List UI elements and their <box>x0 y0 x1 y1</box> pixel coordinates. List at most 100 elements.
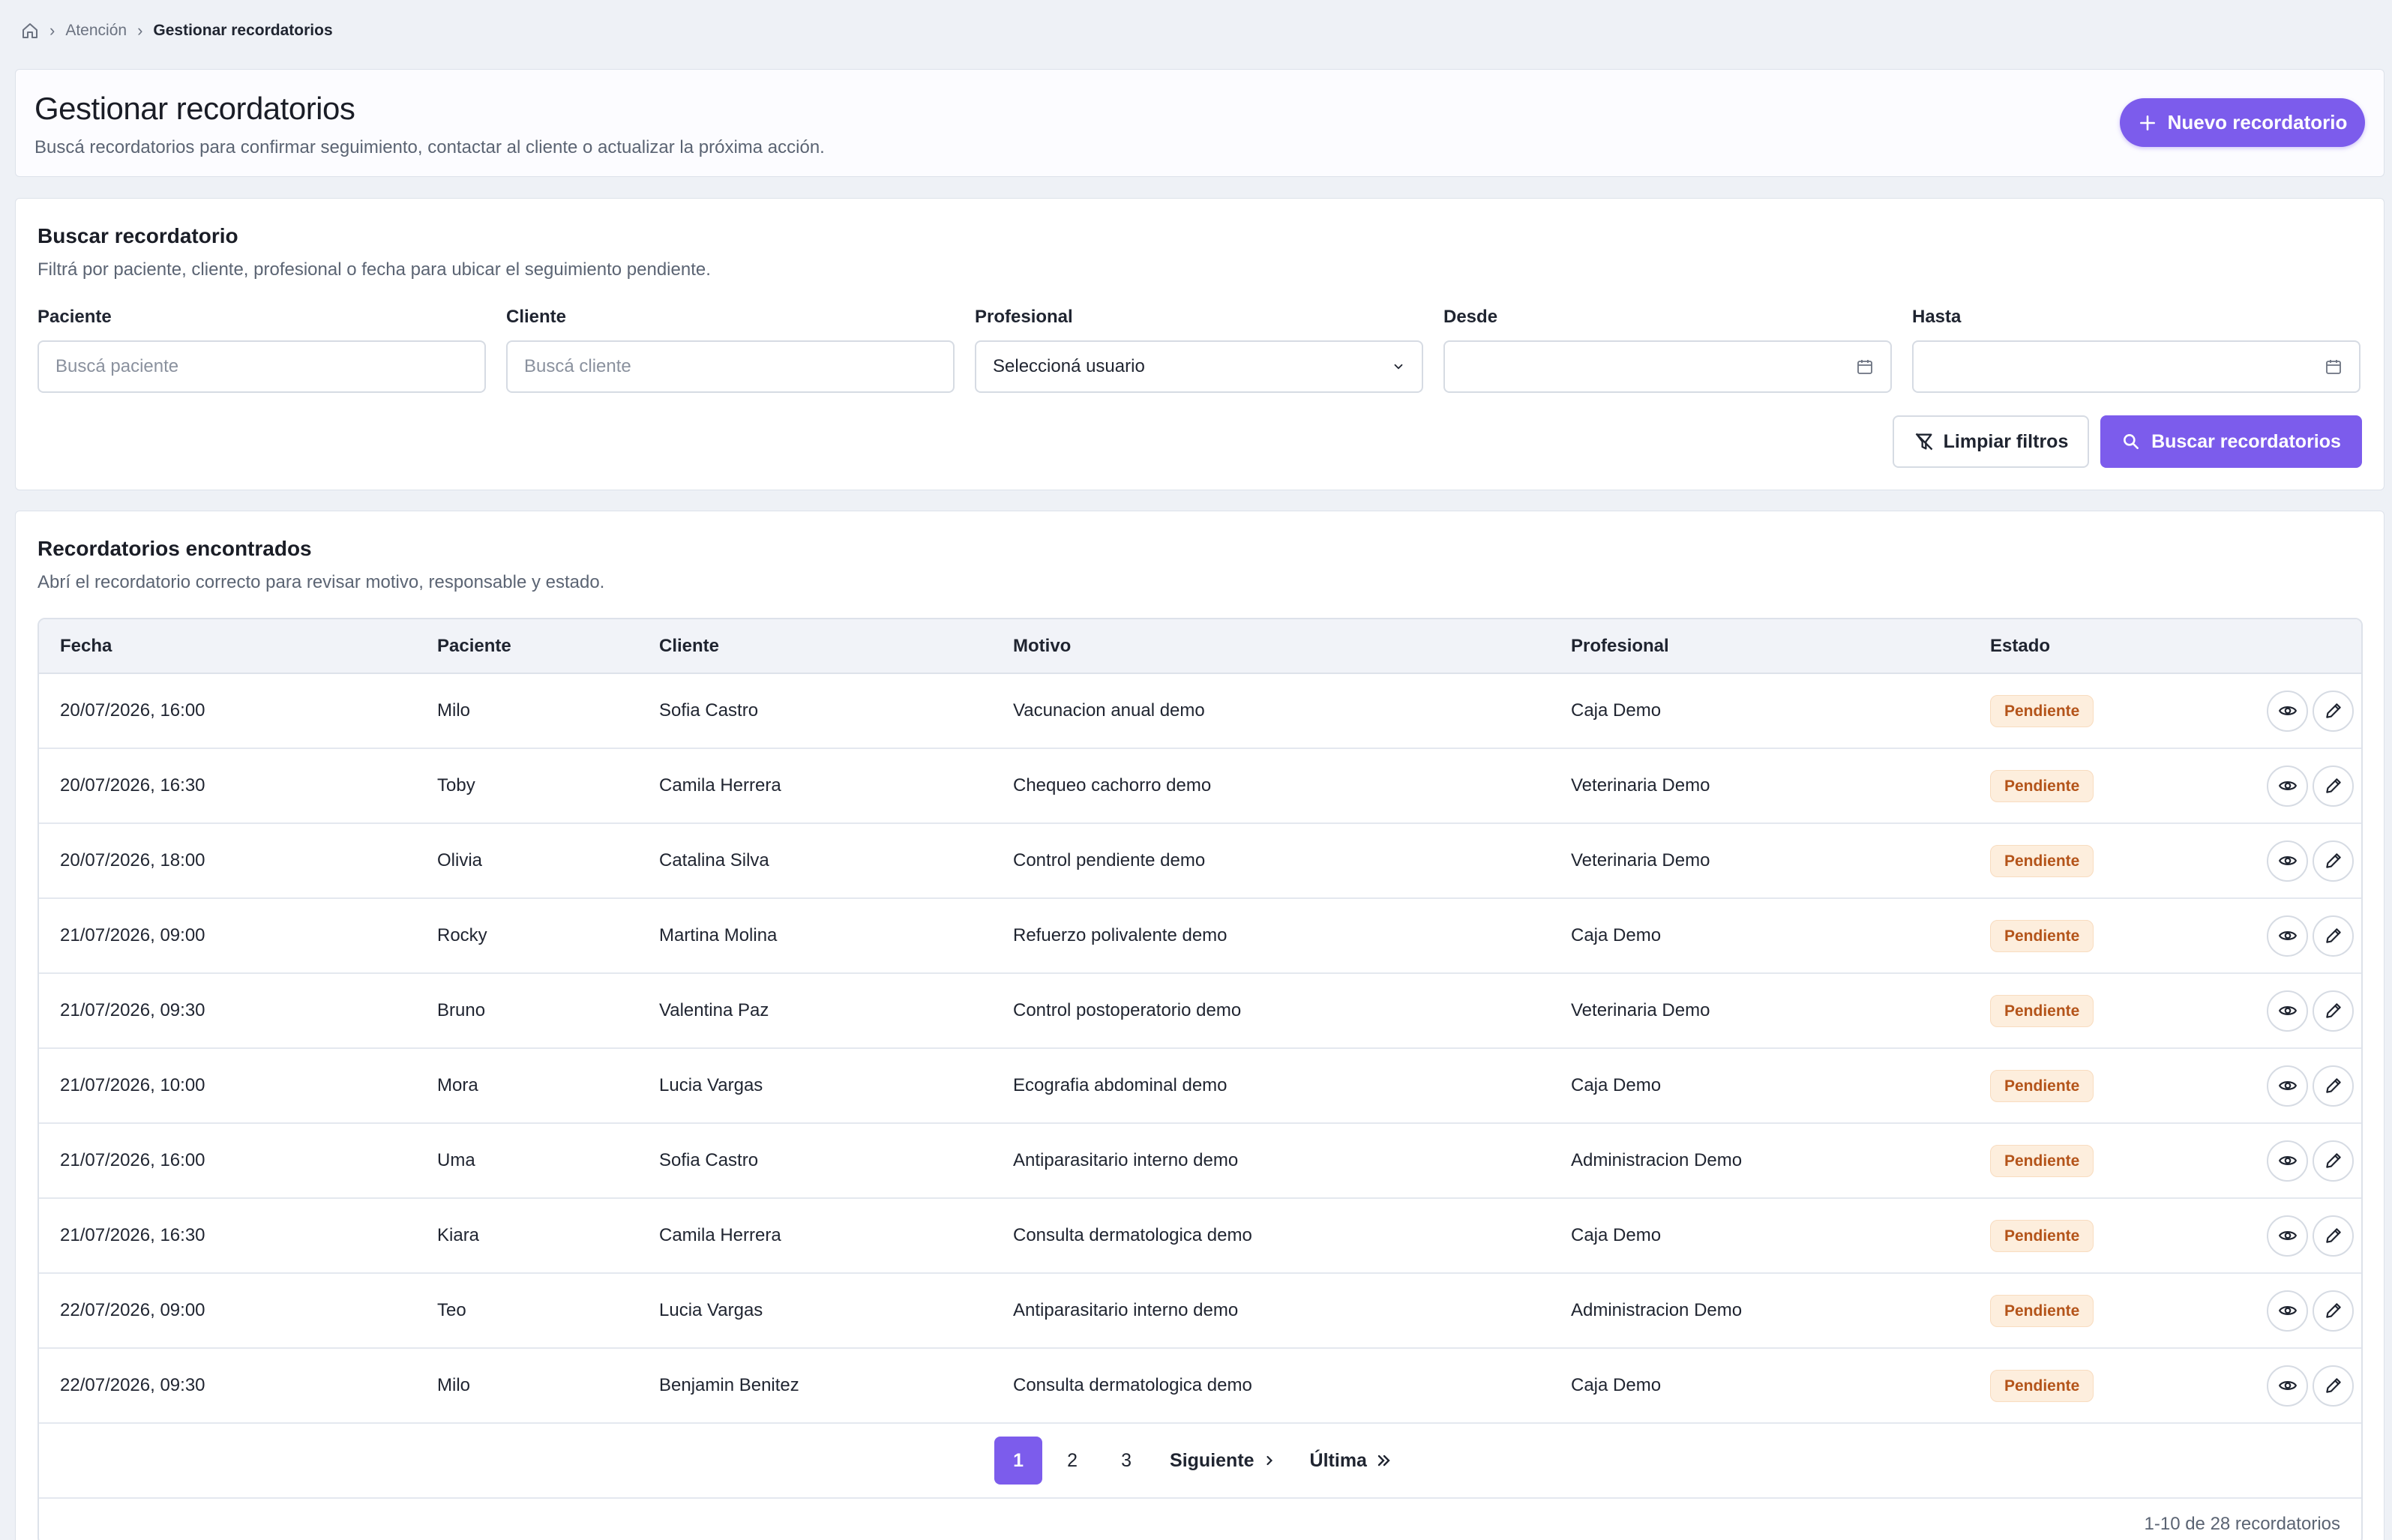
page-3-button[interactable]: 3 <box>1102 1437 1150 1485</box>
row-actions <box>2267 915 2354 957</box>
last-page-button[interactable]: Última <box>1296 1437 1406 1485</box>
cell-fecha: 22/07/2026, 09:30 <box>60 1375 205 1395</box>
pagination: 1 2 3 Siguiente Última <box>39 1424 2361 1499</box>
status-badge: Pendiente <box>1990 770 2094 802</box>
page-1-button[interactable]: 1 <box>994 1437 1043 1485</box>
column-header-profesional[interactable]: Profesional <box>1571 636 1669 657</box>
table-body: 20/07/2026, 16:00 Milo Sofia Castro Vacu… <box>39 674 2361 1424</box>
cell-paciente: Bruno <box>437 1000 486 1020</box>
edit-button[interactable] <box>2313 1365 2354 1407</box>
pencil-icon <box>2325 778 2341 793</box>
view-button[interactable] <box>2267 1290 2308 1332</box>
edit-button[interactable] <box>2313 1140 2354 1182</box>
home-icon[interactable] <box>21 22 39 40</box>
profesional-field: Profesional Seleccioná usuario <box>975 307 1423 393</box>
edit-button[interactable] <box>2313 690 2354 732</box>
table-row[interactable]: 20/07/2026, 16:30 Toby Camila Herrera Ch… <box>39 749 2361 824</box>
search-reminders-button[interactable]: Buscar recordatorios <box>2100 415 2362 468</box>
hasta-label: Hasta <box>1912 307 1962 327</box>
cell-fecha: 21/07/2026, 16:00 <box>60 1150 205 1170</box>
edit-button[interactable] <box>2313 1065 2354 1107</box>
edit-button[interactable] <box>2313 840 2354 882</box>
row-actions <box>2267 1065 2354 1107</box>
edit-button[interactable] <box>2313 1215 2354 1257</box>
cell-profesional: Caja Demo <box>1571 700 1662 721</box>
cell-profesional: Administracion Demo <box>1571 1300 1743 1320</box>
desde-date-input[interactable] <box>1443 340 1892 393</box>
cell-paciente: Kiara <box>437 1225 480 1245</box>
pencil-icon <box>2325 1153 2341 1168</box>
view-button[interactable] <box>2267 990 2308 1032</box>
new-reminder-button[interactable]: Nuevo recordatorio <box>2120 98 2365 147</box>
page-2-button[interactable]: 2 <box>1048 1437 1096 1485</box>
cell-profesional: Caja Demo <box>1571 1225 1662 1245</box>
row-actions <box>2267 990 2354 1032</box>
cliente-label: Cliente <box>506 307 567 327</box>
cell-fecha: 21/07/2026, 16:30 <box>60 1225 205 1245</box>
table-row[interactable]: 21/07/2026, 09:30 Bruno Valentina Paz Co… <box>39 974 2361 1049</box>
table-row[interactable]: 22/07/2026, 09:00 Teo Lucia Vargas Antip… <box>39 1274 2361 1349</box>
table-row[interactable]: 20/07/2026, 16:00 Milo Sofia Castro Vacu… <box>39 674 2361 749</box>
row-actions <box>2267 1215 2354 1257</box>
table-header: Fecha Paciente Cliente Motivo Profesiona… <box>39 619 2361 674</box>
cell-fecha: 21/07/2026, 09:00 <box>60 925 205 945</box>
cell-fecha: 20/07/2026, 16:30 <box>60 775 205 795</box>
view-button[interactable] <box>2267 1140 2308 1182</box>
column-header-motivo[interactable]: Motivo <box>1013 636 1071 657</box>
cell-paciente: Uma <box>437 1150 475 1170</box>
profesional-select[interactable]: Seleccioná usuario <box>975 340 1423 393</box>
edit-button[interactable] <box>2313 765 2354 807</box>
status-badge: Pendiente <box>1990 995 2094 1027</box>
reminders-table: Fecha Paciente Cliente Motivo Profesiona… <box>37 618 2363 1540</box>
view-button[interactable] <box>2267 1065 2308 1107</box>
clear-filters-button[interactable]: Limpiar filtros <box>1893 415 2089 468</box>
hasta-date-input[interactable] <box>1912 340 2361 393</box>
chevron-right-icon: › <box>137 21 143 40</box>
view-button[interactable] <box>2267 840 2308 882</box>
page-subtitle: Buscá recordatorios para confirmar segui… <box>34 137 825 157</box>
table-row[interactable]: 20/07/2026, 18:00 Olivia Catalina Silva … <box>39 824 2361 899</box>
edit-button[interactable] <box>2313 915 2354 957</box>
cell-cliente: Martina Molina <box>659 925 778 945</box>
cell-cliente: Catalina Silva <box>659 850 769 870</box>
cell-cliente: Lucia Vargas <box>659 1075 763 1095</box>
desde-label: Desde <box>1443 307 1498 327</box>
view-button[interactable] <box>2267 915 2308 957</box>
view-button[interactable] <box>2267 690 2308 732</box>
status-badge: Pendiente <box>1990 845 2094 877</box>
view-button[interactable] <box>2267 1215 2308 1257</box>
column-header-cliente[interactable]: Cliente <box>659 636 719 657</box>
breadcrumb-item-atencion[interactable]: Atención <box>65 22 127 40</box>
table-row[interactable]: 21/07/2026, 16:30 Kiara Camila Herrera C… <box>39 1199 2361 1274</box>
chevron-down-icon <box>1394 364 1403 370</box>
pencil-icon <box>2325 1228 2341 1243</box>
table-row[interactable]: 22/07/2026, 09:30 Milo Benjamin Benitez … <box>39 1349 2361 1424</box>
status-badge: Pendiente <box>1990 1295 2094 1327</box>
filter-off-icon <box>1915 433 1932 451</box>
table-row[interactable]: 21/07/2026, 10:00 Mora Lucia Vargas Ecog… <box>39 1049 2361 1124</box>
column-header-estado[interactable]: Estado <box>1990 636 2050 657</box>
edit-button[interactable] <box>2313 1290 2354 1332</box>
cell-cliente: Valentina Paz <box>659 1000 769 1020</box>
cliente-input[interactable] <box>524 356 937 377</box>
calendar-icon[interactable] <box>1856 358 1874 376</box>
results-footer: 1-10 de 28 recordatorios <box>39 1499 2361 1540</box>
edit-button[interactable] <box>2313 990 2354 1032</box>
table-row[interactable]: 21/07/2026, 09:00 Rocky Martina Molina R… <box>39 899 2361 974</box>
row-actions <box>2267 765 2354 807</box>
row-actions <box>2267 1365 2354 1407</box>
next-page-button[interactable]: Siguiente <box>1156 1437 1290 1485</box>
view-button[interactable] <box>2267 765 2308 807</box>
cell-paciente: Toby <box>437 775 475 795</box>
cell-estado: Pendiente <box>1990 920 2094 952</box>
eye-icon <box>2278 1306 2297 1315</box>
view-button[interactable] <box>2267 1365 2308 1407</box>
calendar-icon[interactable] <box>2325 358 2343 376</box>
column-header-paciente[interactable]: Paciente <box>437 636 511 657</box>
paciente-input[interactable] <box>55 356 468 377</box>
status-badge: Pendiente <box>1990 1070 2094 1102</box>
row-actions <box>2267 1290 2354 1332</box>
table-row[interactable]: 21/07/2026, 16:00 Uma Sofia Castro Antip… <box>39 1124 2361 1199</box>
cell-fecha: 20/07/2026, 16:00 <box>60 700 205 721</box>
column-header-fecha[interactable]: Fecha <box>60 636 112 657</box>
